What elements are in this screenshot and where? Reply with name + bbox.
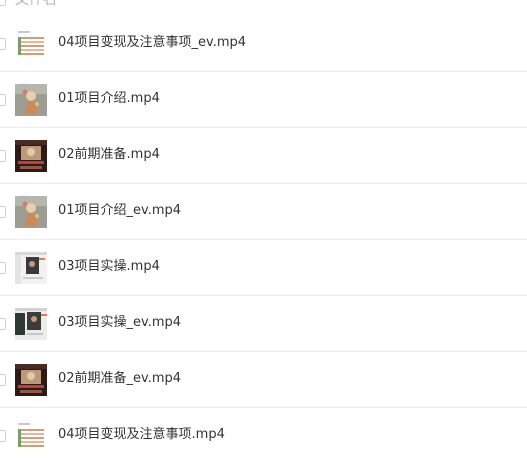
fairy-thumb-icon [15,196,47,228]
dark-video-thumb-icon [15,364,47,396]
row-checkbox[interactable] [0,206,6,218]
row-checkbox[interactable] [0,374,6,386]
file-name[interactable]: 03项目实操_ev.mp4 [58,313,181,333]
file-name[interactable]: 02前期准备.mp4 [58,145,160,165]
screen-thumb-icon [15,252,47,284]
screen-thumb-icon [15,308,47,340]
file-row[interactable]: 02前期准备.mp4 [0,128,527,184]
fairy-thumb-icon [15,84,47,116]
file-row[interactable]: 03项目实操_ev.mp4 [0,296,527,352]
select-all-checkbox[interactable] [0,0,6,6]
file-name[interactable]: 01项目介绍_ev.mp4 [58,201,181,221]
file-name[interactable]: 04项目变现及注意事项.mp4 [58,425,225,445]
file-row[interactable]: 02前期准备_ev.mp4 [0,352,527,408]
column-header: 文件名 [0,0,527,12]
row-checkbox[interactable] [0,318,6,330]
row-checkbox[interactable] [0,38,6,50]
list-thumb-icon [15,420,47,452]
file-row[interactable]: 01项目介绍.mp4 [0,72,527,128]
file-name[interactable]: 03项目实操.mp4 [58,257,160,277]
list-thumb-icon [15,28,47,60]
file-list: 文件名 04项目变现及注意事项_ev.mp4 01项目介绍.mp4 02前期准备… [0,0,527,463]
column-header-label: 文件名 [15,0,57,8]
dark-video-thumb-icon [15,140,47,172]
file-name[interactable]: 02前期准备_ev.mp4 [58,369,181,389]
file-name[interactable]: 01项目介绍.mp4 [58,89,160,109]
file-row[interactable]: 04项目变现及注意事项_ev.mp4 [0,16,527,72]
row-checkbox[interactable] [0,262,6,274]
row-checkbox[interactable] [0,94,6,106]
row-checkbox[interactable] [0,150,6,162]
row-checkbox[interactable] [0,430,6,442]
file-name[interactable]: 04项目变现及注意事项_ev.mp4 [58,33,246,53]
file-row[interactable]: 03项目实操.mp4 [0,240,527,296]
file-row[interactable]: 04项目变现及注意事项.mp4 [0,408,527,463]
file-row[interactable]: 01项目介绍_ev.mp4 [0,184,527,240]
